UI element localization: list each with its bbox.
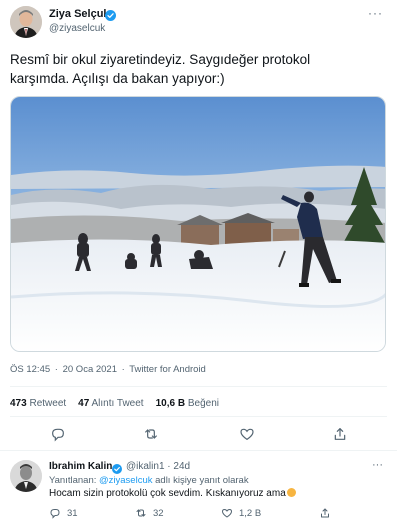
- replying-suffix: adlı kişiye yanıt olarak: [155, 475, 249, 486]
- retweet-stat-label: Retweet: [29, 398, 67, 409]
- reply-retweet-button[interactable]: 32: [135, 507, 164, 519]
- tweet-source[interactable]: Twitter for Android: [129, 364, 206, 375]
- reply-reply-button[interactable]: 31: [49, 507, 78, 519]
- tweet-stats: 473 Retweet 47 Alıntı Tweet 10,6 B Beğen…: [10, 398, 219, 409]
- reply-author-handle-time[interactable]: @ikalin1 · 24d: [126, 461, 190, 472]
- quote-count: 47: [78, 398, 90, 409]
- reply-author-name[interactable]: Ibrahim Kalin: [49, 461, 112, 472]
- tweet-meta: ÖS 12:45 · 20 Oca 2021 · Twitter for And…: [10, 364, 208, 375]
- tweet-actions: [10, 423, 387, 445]
- author-avatar[interactable]: [10, 6, 42, 38]
- reply-icon[interactable]: [50, 426, 66, 442]
- share-icon[interactable]: [332, 426, 348, 442]
- quote-stat-label: Alıntı Tweet: [91, 398, 144, 409]
- tweet-text-line-2: karşımda. Açılışı da bakan yapıyor:): [10, 71, 225, 86]
- reply-author-avatar[interactable]: [10, 460, 42, 492]
- divider: [10, 386, 387, 387]
- reply-actions: 31 32 1,2 B: [49, 507, 379, 523]
- tweet-text: Resmî bir okul ziyaretindeyiz. Saygıdeğe…: [10, 50, 385, 88]
- blush-emoji-icon: [286, 488, 296, 497]
- retweet-count: 473: [10, 398, 27, 409]
- reply-text-line: Hocam sizin protokolü çok sevdim. Kıskan…: [49, 488, 296, 499]
- reply-like-button[interactable]: 1,2 B: [221, 507, 261, 519]
- verified-badge-icon: [105, 8, 116, 21]
- retweet-icon: [136, 509, 146, 517]
- tweet-text-line-1: Resmî bir okul ziyaretindeyiz. Saygıdeğe…: [10, 52, 311, 67]
- meta-separator: ·: [54, 364, 58, 375]
- more-options-icon[interactable]: ···: [368, 6, 383, 20]
- like-count: 10,6 B: [155, 398, 186, 409]
- author-handle[interactable]: @ziyaselcuk: [49, 23, 105, 34]
- share-icon: [321, 508, 329, 518]
- quote-stat[interactable]: 47 Alıntı Tweet: [78, 398, 143, 409]
- reply-like-count: 1,2 B: [239, 507, 262, 519]
- retweet-icon[interactable]: [143, 426, 159, 442]
- verified-badge-icon: [112, 461, 122, 474]
- reply-tweet[interactable]: Ibrahim Kalin @ikalin1 · 24d ··· Yanıtla…: [0, 452, 397, 527]
- retweet-stat[interactable]: 473 Retweet: [10, 398, 66, 409]
- reply-retweet-count: 32: [153, 507, 164, 519]
- tweet-photo[interactable]: [10, 96, 386, 352]
- reply-share-button[interactable]: [319, 507, 331, 519]
- tweet-date[interactable]: 20 Oca 2021: [63, 364, 117, 375]
- replying-to-link[interactable]: @ziyaselcuk: [99, 475, 152, 486]
- meta-separator-2: ·: [121, 364, 125, 375]
- reply-icon: [50, 509, 60, 519]
- reply-reply-count: 31: [67, 507, 78, 519]
- replying-to: Yanıtlanan: @ziyaselcuk adlı kişiye yanı…: [49, 475, 249, 486]
- divider: [10, 416, 387, 417]
- replying-prefix: Yanıtlanan:: [49, 475, 97, 486]
- tweet-time[interactable]: ÖS 12:45: [10, 364, 50, 375]
- more-options-icon[interactable]: ···: [372, 459, 383, 471]
- like-icon: [221, 508, 233, 518]
- author-name[interactable]: Ziya Selçuk: [49, 8, 110, 20]
- reply-text: Hocam sizin protokolü çok sevdim. Kıskan…: [49, 488, 286, 499]
- like-icon[interactable]: [239, 426, 255, 442]
- main-tweet: Ziya Selçuk @ziyaselcuk ··· Resmî bir ok…: [0, 0, 397, 450]
- like-stat[interactable]: 10,6 B Beğeni: [156, 398, 219, 409]
- like-stat-label: Beğeni: [187, 398, 219, 409]
- divider: [0, 450, 397, 451]
